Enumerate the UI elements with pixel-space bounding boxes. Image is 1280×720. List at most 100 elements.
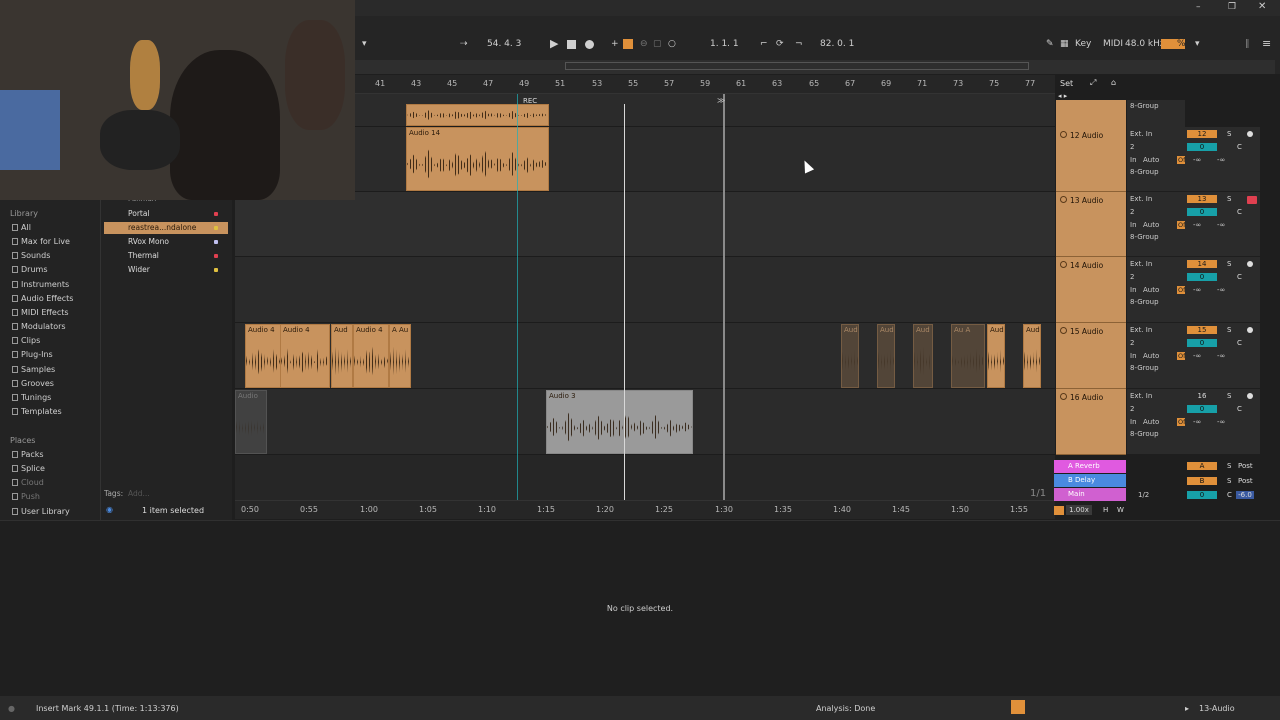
arrangement-view[interactable]: Audio 14 Audio 4 Audio 4 Aud Audio 4 A A… xyxy=(235,94,1055,500)
pan-field[interactable]: C xyxy=(1237,273,1242,281)
minimize-icon[interactable]: – xyxy=(1196,2,1201,12)
solo-button[interactable]: S xyxy=(1227,392,1231,400)
fold-icon[interactable] xyxy=(1060,327,1067,334)
track-lane-12[interactable] xyxy=(235,127,1055,192)
audio-clip[interactable]: Aud xyxy=(987,324,1005,388)
track-header-13[interactable]: 13 Audio xyxy=(1056,192,1126,257)
browser-item-reastream[interactable]: reastrea...ndalone xyxy=(104,222,228,234)
place-user-library[interactable]: User Library xyxy=(12,507,70,516)
volume-field[interactable]: 0 xyxy=(1187,405,1217,413)
draw-mode-icon[interactable]: ✎ xyxy=(1046,39,1054,49)
time-ruler[interactable]: 0:50 0:55 1:00 1:05 1:10 1:15 1:20 1:25 … xyxy=(235,500,1055,519)
browser-item-portal[interactable]: Portal xyxy=(104,208,228,220)
library-item-all[interactable]: All xyxy=(12,223,31,232)
track-header-14[interactable]: 14 Audio xyxy=(1056,257,1126,323)
arm-button[interactable] xyxy=(1247,131,1253,137)
track-header-12[interactable]: 12 Audio xyxy=(1056,127,1126,192)
audio-clip[interactable]: Aud xyxy=(913,324,933,388)
track-header-16[interactable]: 16 Audio xyxy=(1056,389,1126,455)
output-dropdown[interactable]: 8-Group xyxy=(1130,168,1159,176)
solo-button[interactable]: S xyxy=(1227,477,1231,485)
library-item-templates[interactable]: Templates xyxy=(12,407,62,416)
input-type-dropdown[interactable]: Ext. In xyxy=(1130,392,1152,400)
place-splice[interactable]: Splice xyxy=(12,464,45,473)
track-header-partial[interactable] xyxy=(1056,100,1126,128)
arm-button[interactable] xyxy=(1247,196,1257,204)
send-a[interactable]: -∞ xyxy=(1193,418,1201,426)
track-name[interactable]: 14 Audio xyxy=(1070,261,1103,270)
monitor-auto-button[interactable]: Auto xyxy=(1143,418,1159,426)
input-channel-dropdown[interactable]: 2 xyxy=(1130,339,1134,347)
volume-field[interactable]: 0 xyxy=(1187,208,1217,216)
w-button[interactable]: W xyxy=(1117,506,1124,514)
punch-in-icon[interactable]: ⌐ xyxy=(760,39,768,49)
monitor-in-button[interactable]: In xyxy=(1130,286,1137,294)
track-name[interactable]: 12 Audio xyxy=(1070,131,1103,140)
return-b-activator[interactable]: B xyxy=(1187,477,1217,485)
return-b-mode[interactable]: Post xyxy=(1238,477,1253,485)
fold-icon[interactable] xyxy=(1060,131,1067,138)
monitor-in-button[interactable]: In xyxy=(1130,352,1137,360)
library-item-modulators[interactable]: Modulators xyxy=(12,322,66,331)
input-channel-dropdown[interactable]: 2 xyxy=(1130,273,1134,281)
follow-icon[interactable]: ⇢ xyxy=(460,39,468,49)
arm-button[interactable] xyxy=(1247,327,1253,333)
audio-clip[interactable] xyxy=(406,104,549,126)
input-type-dropdown[interactable]: Ext. In xyxy=(1130,260,1152,268)
set-button[interactable]: Set xyxy=(1060,79,1073,88)
beat-time-ruler[interactable]: 41 43 45 47 49 51 53 55 57 59 61 63 65 6… xyxy=(355,75,1055,94)
return-track-delay[interactable]: B Delay xyxy=(1054,474,1126,487)
main-track[interactable]: Main xyxy=(1054,488,1126,501)
monitor-auto-button[interactable]: Auto xyxy=(1143,221,1159,229)
return-a-mode[interactable]: Post xyxy=(1238,462,1253,470)
song-position[interactable]: 54. 4. 3 xyxy=(487,39,521,49)
play-button[interactable]: ▶ xyxy=(550,37,558,50)
library-item-plug-ins[interactable]: Plug-Ins xyxy=(12,350,53,359)
browser-item-rvox-mono[interactable]: RVox Mono xyxy=(104,236,228,248)
output-dropdown[interactable]: 8-Group xyxy=(1130,298,1159,306)
keyboard-icon[interactable]: ▦ xyxy=(1060,39,1069,49)
pan-field[interactable]: C xyxy=(1237,143,1242,151)
place-packs[interactable]: Packs xyxy=(12,450,44,459)
volume-field[interactable]: 0 xyxy=(1187,339,1217,347)
library-item-audio-effects[interactable]: Audio Effects xyxy=(12,294,73,303)
loop-icon[interactable]: ⟳ xyxy=(776,39,784,49)
fold-icon[interactable] xyxy=(1060,393,1067,400)
library-item-clips[interactable]: Clips xyxy=(12,336,40,345)
volume-field[interactable]: 0 xyxy=(1187,273,1217,281)
audio-clip[interactable]: Au A xyxy=(951,324,985,388)
library-item-instruments[interactable]: Instruments xyxy=(12,280,69,289)
return-track-reverb[interactable]: A Reverb xyxy=(1054,460,1126,473)
audio-clip[interactable]: Aud xyxy=(1023,324,1041,388)
output-dropdown[interactable]: 8-Group xyxy=(1130,430,1159,438)
send-a[interactable]: -∞ xyxy=(1193,156,1201,164)
loop-length[interactable]: 82. 0. 1 xyxy=(820,39,854,49)
pan-field[interactable]: C xyxy=(1237,208,1242,216)
pan-field[interactable]: C xyxy=(1227,491,1232,499)
loop-end-icon[interactable]: ≫ xyxy=(717,96,725,105)
zoom-icon[interactable] xyxy=(1054,506,1064,515)
library-item-grooves[interactable]: Grooves xyxy=(12,379,54,388)
audio-clip[interactable]: Aud xyxy=(877,324,895,388)
fold-icon[interactable] xyxy=(1060,196,1067,203)
tags-input[interactable]: Add... xyxy=(128,489,150,498)
play-icon[interactable]: ▸ xyxy=(1185,704,1189,713)
solo-button[interactable]: S xyxy=(1227,326,1231,334)
solo-button[interactable]: S xyxy=(1227,260,1231,268)
record-button[interactable] xyxy=(585,40,594,49)
selected-track-name[interactable]: 13-Audio xyxy=(1199,704,1235,713)
close-icon[interactable]: ✕ xyxy=(1258,1,1266,12)
send-b[interactable]: -∞ xyxy=(1217,286,1225,294)
restore-icon[interactable]: ❐ xyxy=(1228,2,1236,12)
monitor-in-button[interactable]: In xyxy=(1130,418,1137,426)
expand-icon[interactable]: ⤢ xyxy=(1090,78,1096,88)
input-channel-dropdown[interactable]: 2 xyxy=(1130,143,1134,151)
pan-field[interactable]: C xyxy=(1237,405,1242,413)
return-a-activator[interactable]: A xyxy=(1187,462,1217,470)
track-lane-13[interactable] xyxy=(235,192,1055,257)
solo-button[interactable]: S xyxy=(1227,195,1231,203)
audio-clip[interactable]: Aud xyxy=(331,324,353,388)
audio-clip[interactable]: Audio xyxy=(235,390,267,454)
library-item-sounds[interactable]: Sounds xyxy=(12,251,50,260)
input-type-dropdown[interactable]: Ext. In xyxy=(1130,326,1152,334)
